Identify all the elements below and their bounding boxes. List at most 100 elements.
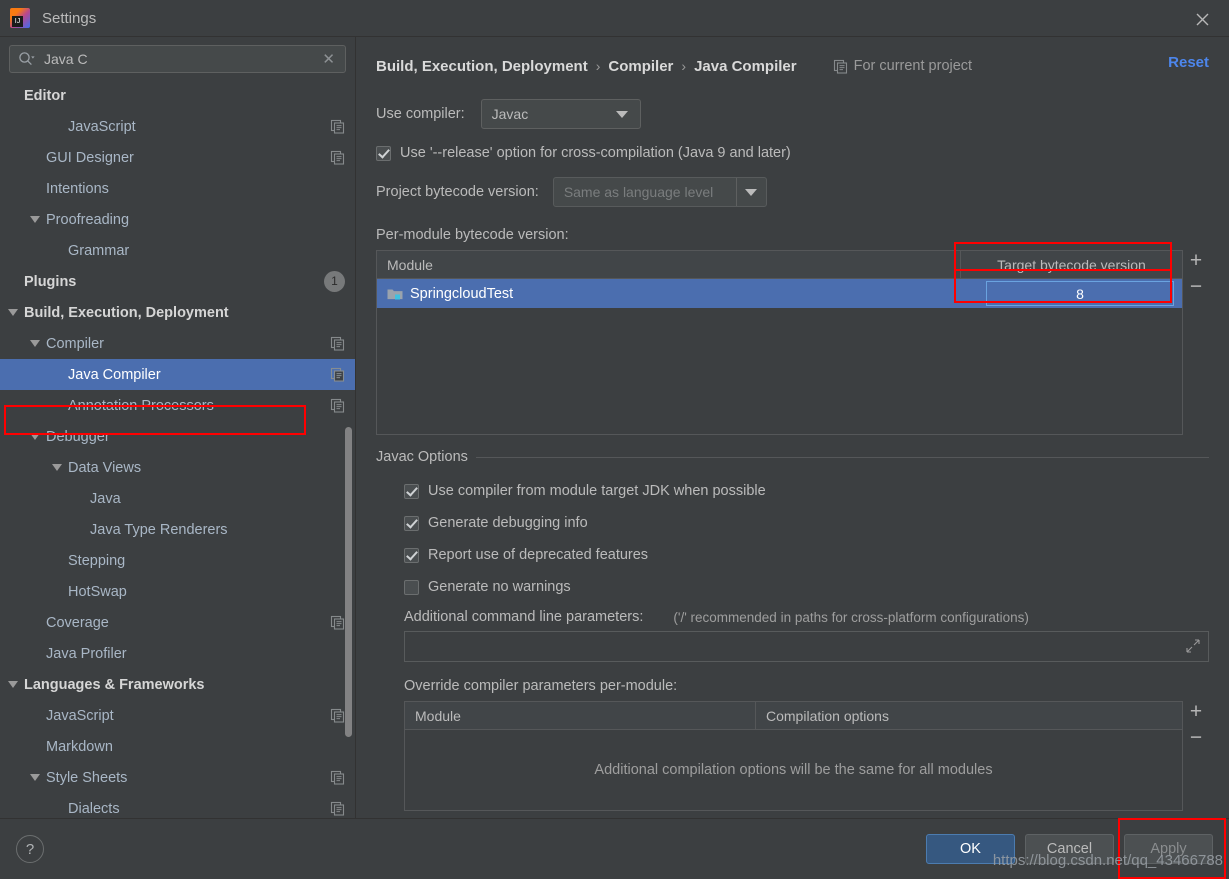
scope-note-label: For current project: [853, 58, 973, 74]
sidebar-item-java[interactable]: Java: [0, 483, 355, 514]
sidebar-item-editor[interactable]: Editor: [0, 80, 355, 111]
settings-dialog: Settings Java C ✕: [0, 0, 1229, 879]
generate-debugging-info-label: Generate debugging info: [428, 515, 588, 531]
sidebar-item-debugger[interactable]: Debugger: [0, 421, 355, 452]
copy-icon: [330, 615, 345, 630]
sidebar-item-label: JavaScript: [46, 707, 114, 724]
sidebar-item-stepping[interactable]: Stepping: [0, 545, 355, 576]
release-option-checkbox[interactable]: [376, 145, 391, 161]
additional-params-label: Additional command line parameters:: [404, 609, 644, 625]
sidebar-item-languages-frameworks[interactable]: Languages & Frameworks: [0, 669, 355, 700]
override-table[interactable]: Module Compilation options Additional co…: [404, 701, 1183, 811]
breadcrumb-item-1[interactable]: Compiler: [608, 58, 673, 75]
sidebar-item-hotswap[interactable]: HotSwap: [0, 576, 355, 607]
use-compiler-select[interactable]: Javac: [480, 99, 641, 129]
target-bytecode-cell[interactable]: 8: [960, 279, 1182, 308]
generate-debugging-info-checkbox[interactable]: [404, 515, 419, 531]
sidebar-item-label: Debugger: [46, 428, 110, 445]
sidebar-item-markdown[interactable]: Markdown: [0, 731, 355, 762]
report-deprecated-checkbox[interactable]: [404, 547, 419, 563]
close-icon[interactable]: [1189, 6, 1215, 32]
sidebar-item-compiler[interactable]: Compiler: [0, 328, 355, 359]
help-button[interactable]: ?: [16, 835, 44, 863]
vertical-scrollbar[interactable]: [345, 427, 352, 737]
apply-button[interactable]: Apply: [1124, 834, 1213, 864]
chevron-down-icon[interactable]: [8, 681, 18, 688]
chevron-down-icon[interactable]: [30, 216, 40, 223]
reset-link[interactable]: Reset: [1168, 54, 1209, 71]
dialog-body: Java C ✕ Editor JavaScript GUI Designer Int…: [0, 36, 1229, 818]
breadcrumb-item-0[interactable]: Build, Execution, Deployment: [376, 58, 588, 75]
use-compiler-value: Javac: [491, 106, 529, 122]
sidebar-item-build-execution-deployment[interactable]: Build, Execution, Deployment: [0, 297, 355, 328]
module-table-container: Module Target bytecode version Springclo…: [376, 242, 1209, 435]
use-module-jdk-checkbox[interactable]: [404, 483, 419, 499]
sidebar-item-coverage[interactable]: Coverage: [0, 607, 355, 638]
add-module-button[interactable]: +: [1185, 248, 1207, 274]
column-header-module: Module: [415, 707, 461, 724]
sidebar-item-grammar[interactable]: Grammar: [0, 235, 355, 266]
generate-no-warnings-label: Generate no warnings: [428, 579, 571, 595]
sidebar-item-javascript[interactable]: JavaScript: [0, 111, 355, 142]
copy-icon: [330, 150, 345, 165]
project-bytecode-row: Project bytecode version: Same as langua…: [376, 177, 1209, 207]
additional-params-input[interactable]: [404, 631, 1209, 662]
table-row[interactable]: SpringcloudTest 8: [377, 279, 1182, 308]
javac-option-row-2: Report use of deprecated features: [404, 547, 1209, 563]
sidebar-item-java-profiler[interactable]: Java Profiler: [0, 638, 355, 669]
sidebar-item-label: Stepping: [68, 552, 126, 569]
sidebar-item-label: Compiler: [46, 335, 105, 352]
sidebar-item-data-views[interactable]: Data Views: [0, 452, 355, 483]
copy-icon: [330, 801, 345, 816]
sidebar-item-label: Languages & Frameworks: [24, 676, 205, 693]
remove-module-button[interactable]: −: [1185, 274, 1207, 300]
expand-icon[interactable]: [1186, 639, 1200, 658]
sidebar-item-java-type-renderers[interactable]: Java Type Renderers: [0, 514, 355, 545]
copy-icon: [833, 59, 848, 74]
clear-icon[interactable]: ✕: [320, 52, 337, 67]
sidebar-item-label: GUI Designer: [46, 149, 134, 166]
sidebar-item-gui-designer[interactable]: GUI Designer: [0, 142, 355, 173]
override-table-header: Module Compilation options: [405, 702, 1182, 730]
sidebar-item-label: Java Compiler: [68, 366, 161, 383]
report-deprecated-label: Report use of deprecated features: [428, 547, 649, 563]
sidebar-item-label: Proofreading: [46, 211, 130, 228]
chevron-down-icon[interactable]: [30, 774, 40, 781]
chevron-down-icon[interactable]: [52, 464, 62, 471]
sidebar-item-label: Intentions: [46, 180, 109, 197]
search-input[interactable]: Java C ✕: [9, 45, 346, 73]
sidebar-item-label: Build, Execution, Deployment: [24, 304, 229, 321]
sidebar-item-dialects[interactable]: Dialects: [0, 793, 355, 818]
sidebar-item-proofreading[interactable]: Proofreading: [0, 204, 355, 235]
cancel-button[interactable]: Cancel: [1025, 834, 1114, 864]
settings-tree[interactable]: Editor JavaScript GUI Designer Intentions Pr…: [0, 79, 355, 818]
add-override-button[interactable]: +: [1185, 699, 1207, 725]
project-bytecode-select[interactable]: Same as language level: [552, 177, 767, 207]
chevron-down-icon[interactable]: [30, 433, 40, 440]
generate-no-warnings-checkbox[interactable]: [404, 579, 419, 595]
sidebar-item-label: Grammar: [68, 242, 130, 259]
chevron-down-icon[interactable]: [30, 340, 40, 347]
javac-options-legend-row: Javac Options: [376, 449, 1209, 465]
javac-option-row-0: Use compiler from module target JDK when…: [404, 483, 1209, 499]
module-table-buttons: + −: [1183, 243, 1209, 435]
sidebar-item-style-sheets[interactable]: Style Sheets: [0, 762, 355, 793]
target-bytecode-value[interactable]: 8: [986, 281, 1174, 306]
module-table[interactable]: Module Target bytecode version Springclo…: [376, 250, 1183, 435]
copy-icon: [330, 336, 345, 351]
javac-option-row-1: Generate debugging info: [404, 515, 1209, 531]
sidebar-item-label: Annotation Processors: [68, 397, 214, 414]
release-option-label: Use '--release' option for cross-compila…: [400, 145, 791, 161]
breadcrumb-item-2: Java Compiler: [694, 57, 797, 75]
sidebar-item-plugins[interactable]: Plugins 1: [0, 266, 355, 297]
sidebar-item-javascript[interactable]: JavaScript: [0, 700, 355, 731]
sidebar-item-intentions[interactable]: Intentions: [0, 173, 355, 204]
search-container: Java C ✕: [0, 37, 355, 79]
ok-button[interactable]: OK: [926, 834, 1015, 864]
chevron-down-icon[interactable]: [735, 178, 766, 206]
remove-override-button[interactable]: −: [1185, 725, 1207, 751]
chevron-down-icon[interactable]: [8, 309, 18, 316]
sidebar-item-java-compiler[interactable]: Java Compiler: [0, 359, 355, 390]
module-name: SpringcloudTest: [410, 285, 514, 302]
sidebar-item-annotation-processors[interactable]: Annotation Processors: [0, 390, 355, 421]
